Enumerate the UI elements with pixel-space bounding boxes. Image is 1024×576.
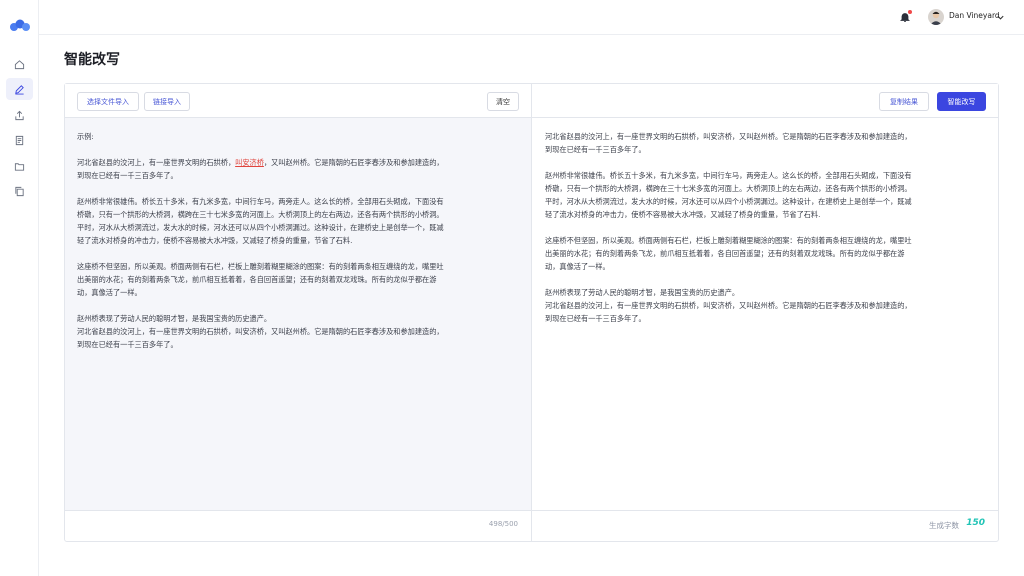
user-name[interactable]: Dan Vineyard xyxy=(949,11,1000,20)
char-count: 498/500 xyxy=(488,520,518,528)
home-icon xyxy=(14,59,25,69)
result-footer: 生成字数 150 xyxy=(532,511,998,541)
input-paragraph-2: 赵州桥非常很雄伟。桥长五十多米，有九米多宽，中间行车马，两旁走人。这么长的桥，全… xyxy=(77,197,444,245)
user-avatar-icon xyxy=(930,11,942,25)
highlighted-phrase[interactable]: 叫安济桥 xyxy=(235,158,264,167)
copy-result-button[interactable]: 复制结果 xyxy=(879,92,929,111)
result-text: 河北省赵县的洨河上，有一座世界文明的石拱桥，叫安济桥，又叫赵州桥。它是隋朝的石匠… xyxy=(545,130,987,338)
input-paragraph-4: 赵州桥表现了劳动人民的聪明才智，是我国宝贵的历史遗产。 河北省赵县的洨河上，有一… xyxy=(77,314,444,349)
nav-document[interactable] xyxy=(6,129,33,151)
top-bar: Dan Vineyard xyxy=(39,0,1024,35)
document-icon xyxy=(15,135,24,145)
result-paragraph-1: 河北省赵县的洨河上，有一座世界文明的石拱桥，叫安济桥，又叫赵州桥。它是隋朝的石匠… xyxy=(545,132,912,154)
generated-count-label: 生成字数 xyxy=(929,521,959,530)
example-label: 示例: xyxy=(77,132,94,141)
result-toolbar: 复制结果 智能改写 xyxy=(532,84,998,118)
result-paragraph-2: 赵州桥非常很雄伟。桥长五十多米，有九米多宽，中间行车马，两旁走人。这么长的桥，全… xyxy=(545,171,912,219)
input-textarea[interactable]: 示例: 河北省赵县的洨河上，有一座世界文明的石拱桥，叫安济桥，又叫赵州桥。它是隋… xyxy=(65,118,531,511)
page-title: 智能改写 xyxy=(64,52,120,68)
result-pane: 复制结果 智能改写 河北省赵县的洨河上，有一座世界文明的石拱桥，叫安济桥，又叫赵… xyxy=(532,84,998,541)
nav-upload[interactable] xyxy=(6,104,33,126)
input-paragraph-3: 这座桥不但坚固，所以美观。桥面两侧有石栏，栏板上雕刻着糊里糊涂的图案：有的刻着两… xyxy=(77,262,444,297)
rewrite-button[interactable]: 智能改写 xyxy=(937,92,986,111)
nav-home[interactable] xyxy=(6,53,33,75)
input-toolbar: 选择文件导入 链接导入 清空 xyxy=(65,84,531,118)
import-file-button[interactable]: 选择文件导入 xyxy=(77,92,139,111)
avatar[interactable] xyxy=(928,9,944,25)
import-link-button[interactable]: 链接导入 xyxy=(144,92,190,111)
nav-rewrite[interactable] xyxy=(6,78,33,100)
clear-button[interactable]: 清空 xyxy=(487,92,519,111)
app-logo[interactable] xyxy=(9,17,31,33)
result-paragraph-3: 这座桥不但坚固，所以美观。桥面两侧有石栏，栏板上雕刻着糊里糊涂的图案：有的刻着两… xyxy=(545,236,912,271)
copy-icon xyxy=(15,186,24,196)
rewrite-panel: 选择文件导入 链接导入 清空 示例: 河北省赵县的洨河上，有一座世界文明的石拱桥… xyxy=(64,83,999,542)
input-pane: 选择文件导入 链接导入 清空 示例: 河北省赵县的洨河上，有一座世界文明的石拱桥… xyxy=(65,84,532,541)
input-text: 示例: 河北省赵县的洨河上，有一座世界文明的石拱桥，叫安济桥，又叫赵州桥。它是隋… xyxy=(77,130,521,364)
nav-folder[interactable] xyxy=(6,155,33,177)
nav-copy[interactable] xyxy=(6,180,33,202)
generated-count: 150 xyxy=(966,518,985,528)
chevron-down-icon[interactable] xyxy=(996,13,1005,22)
edit-icon xyxy=(15,84,24,95)
input-paragraph-1: 河北省赵县的洨河上，有一座世界文明的石拱桥，叫安济桥，又叫赵州桥。它是隋朝的石匠… xyxy=(77,158,444,180)
result-paragraph-4: 赵州桥表现了劳动人民的聪明才智，是我国宝贵的历史遗产。 河北省赵县的洨河上，有一… xyxy=(545,288,912,323)
side-nav xyxy=(0,0,39,576)
input-footer: 498/500 xyxy=(65,511,531,541)
upload-icon xyxy=(15,110,24,120)
folder-icon xyxy=(14,162,25,171)
notification-dot xyxy=(908,10,912,14)
result-area: 河北省赵县的洨河上，有一座世界文明的石拱桥，叫安济桥，又叫赵州桥。它是隋朝的石匠… xyxy=(532,118,998,511)
